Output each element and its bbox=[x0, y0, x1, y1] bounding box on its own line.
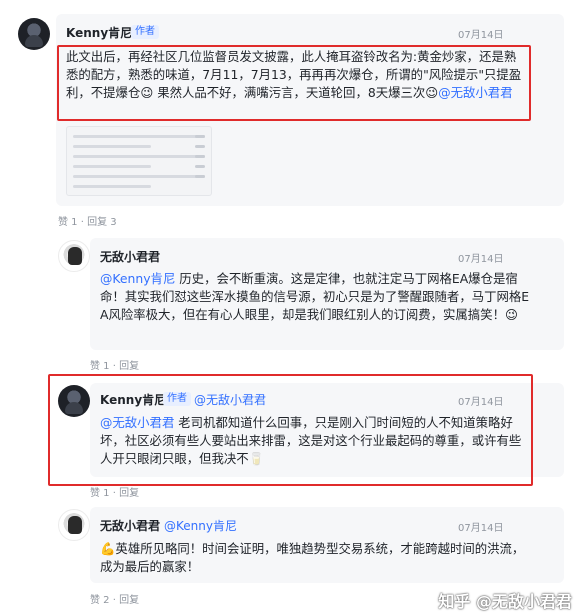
comment-actions: 赞 1 · 回复 3 bbox=[58, 217, 117, 228]
comment-text: 此文出后，再经社区几位监督员发文披露，此人掩耳盗铃改名为:黄金炒家，还是熟悉的配… bbox=[66, 48, 526, 102]
comment-date: 07月14日 bbox=[458, 523, 504, 534]
user-avatar-icon[interactable] bbox=[18, 18, 50, 50]
like-button[interactable]: 赞 1 bbox=[90, 361, 110, 372]
like-button[interactable]: 赞 1 bbox=[90, 488, 110, 499]
author-tag: 作者 bbox=[163, 392, 191, 406]
comment-text: @Kenny肯尼 历史，会不断重演。这是定律，也就注定马丁网格EA爆仓是宿命！其… bbox=[100, 270, 530, 324]
logo-avatar-icon[interactable] bbox=[58, 509, 90, 541]
mention-link[interactable]: @无敌小君君 bbox=[438, 85, 512, 100]
comment-actions: 赞 1 · 回复 bbox=[90, 361, 140, 372]
comment-actions: 赞 1 · 回复 bbox=[90, 488, 140, 499]
like-button[interactable]: 赞 1 bbox=[58, 217, 78, 228]
logo-avatar-icon[interactable] bbox=[58, 240, 90, 272]
comment-author[interactable]: Kenny肯尼 bbox=[100, 391, 166, 408]
comment-date: 07月14日 bbox=[458, 30, 504, 41]
comment-text: 💪英雄所见略同！时间会证明，唯独趋势型交易系统，才能跨越时间的洪流，成为最后的赢… bbox=[100, 541, 525, 574]
attached-image[interactable] bbox=[66, 126, 212, 196]
reply-to-link[interactable]: @无敌小君君 bbox=[194, 391, 266, 408]
user-avatar-icon[interactable] bbox=[58, 385, 90, 417]
comment-text: @无敌小君君 老司机都知道什么回事，只是刚入门时间短的人不知道策略好坏，社区必须… bbox=[100, 414, 530, 468]
comment-author[interactable]: Kenny肯尼 bbox=[66, 24, 132, 41]
mention-link[interactable]: @Kenny肯尼 bbox=[100, 271, 175, 286]
reply-button[interactable]: 回复 3 bbox=[87, 217, 117, 228]
comment-author[interactable]: 无敌小君君 bbox=[100, 248, 160, 265]
reply-to-link[interactable]: @Kenny肯尼 bbox=[164, 517, 237, 534]
comment-actions: 赞 2 · 回复 bbox=[90, 595, 140, 606]
like-button[interactable]: 赞 2 bbox=[90, 595, 110, 606]
author-tag: 作者 bbox=[131, 25, 159, 39]
reply-button[interactable]: 回复 bbox=[119, 361, 139, 372]
comment-date: 07月14日 bbox=[458, 254, 504, 265]
watermark: 知乎 @无敌小君君 bbox=[438, 592, 572, 611]
reply-button[interactable]: 回复 bbox=[119, 595, 139, 606]
reply-button[interactable]: 回复 bbox=[119, 488, 139, 499]
mention-link[interactable]: @无敌小君君 bbox=[100, 415, 174, 430]
comment-date: 07月14日 bbox=[458, 397, 504, 408]
comment-author[interactable]: 无敌小君君 bbox=[100, 517, 160, 534]
